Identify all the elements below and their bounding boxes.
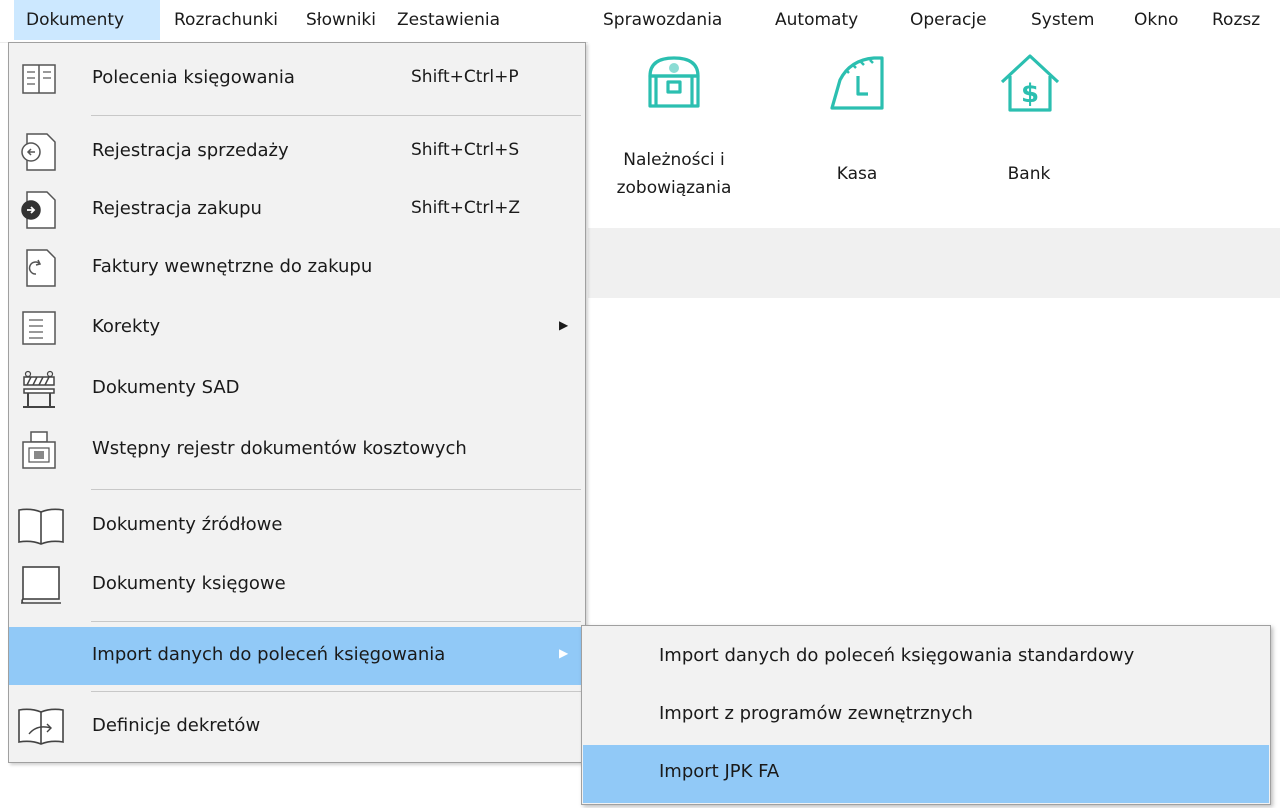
- import-submenu: Import danych do poleceń księgowania sta…: [581, 625, 1271, 805]
- menu-item-label: Dokumenty źródłowe: [92, 514, 283, 535]
- menubar-zestawienia[interactable]: Zestawienia: [397, 0, 500, 40]
- menu-item-rejestracja-sprzedazy[interactable]: Rejestracja sprzedaży Shift+Ctrl+S: [9, 123, 585, 181]
- menu-item-label: Korekty: [92, 316, 161, 337]
- menu-item-dokumenty-sad[interactable]: Dokumenty SAD: [9, 359, 585, 419]
- menu-item-shortcut: Shift+Ctrl+S: [411, 140, 520, 160]
- menu-item-shortcut: Shift+Ctrl+Z: [411, 198, 521, 218]
- submenu-item-import-zewnetrzne[interactable]: Import z programów zewnętrznych: [583, 687, 1269, 745]
- menubar-slowniki[interactable]: Słowniki: [306, 0, 376, 40]
- menubar-label: Dokumenty: [26, 10, 125, 30]
- menubar-label: Sprawozdania: [603, 10, 723, 30]
- menu-item-label: Rejestracja zakupu: [92, 198, 262, 219]
- menu-item-label: Definicje dekretów: [92, 715, 261, 736]
- background-panel-strip: [588, 228, 1280, 298]
- menu-item-label: Polecenia księgowania: [92, 67, 295, 88]
- submenu-arrow-icon: ▶: [559, 318, 569, 332]
- menubar-automaty[interactable]: Automaty: [775, 0, 858, 40]
- decree-book-icon: [18, 708, 64, 745]
- menubar-label: Operacje: [910, 10, 987, 30]
- dokumenty-dropdown-menu: Polecenia księgowania Shift+Ctrl+P Rejes…: [8, 42, 586, 763]
- menubar-label: Rozsz: [1212, 10, 1261, 30]
- open-book-icon: [18, 508, 64, 545]
- treasure-chest-icon[interactable]: [642, 52, 706, 112]
- sales-document-icon: [21, 133, 56, 171]
- scanner-icon: [22, 431, 56, 469]
- svg-text:$: $: [1021, 79, 1039, 109]
- menu-item-shortcut: Shift+Ctrl+P: [411, 67, 519, 87]
- closed-book-icon: [21, 566, 61, 604]
- menu-item-label: Rejestracja sprzedaży: [92, 140, 289, 161]
- submenu-item-label: Import z programów zewnętrznych: [659, 703, 973, 724]
- menubar-okno[interactable]: Okno: [1134, 0, 1178, 40]
- menu-separator: [91, 621, 581, 622]
- menubar-sprawozdania[interactable]: Sprawozdania: [603, 0, 722, 40]
- menu-item-polecenia-ksiegowania[interactable]: Polecenia księgowania Shift+Ctrl+P: [9, 51, 585, 107]
- menubar-operacje[interactable]: Operacje: [910, 0, 987, 40]
- menubar-label: Zestawienia: [397, 10, 501, 30]
- menu-item-label: Wstępny rejestr dokumentów kosztowych: [92, 438, 467, 459]
- menubar-dokumenty[interactable]: Dokumenty: [14, 0, 160, 40]
- purchase-document-icon: [21, 191, 56, 229]
- menu-bar: Dokumenty Rozrachunki Słowniki Zestawien…: [0, 0, 1280, 43]
- tb-label-line: zobowiązania: [616, 178, 732, 198]
- submenu-item-label: Import danych do poleceń księgowania sta…: [659, 645, 1135, 666]
- submenu-item-label: Import JPK FA: [659, 761, 780, 782]
- menubar-rozszerzenia[interactable]: Rozsz: [1212, 0, 1260, 40]
- menu-item-label: Dokumenty księgowe: [92, 573, 286, 594]
- menu-item-wstepny-rejestr[interactable]: Wstępny rejestr dokumentów kosztowych: [9, 419, 585, 481]
- menu-item-label: Faktury wewnętrzne do zakupu: [92, 256, 373, 277]
- cash-register-icon[interactable]: [826, 54, 890, 114]
- menu-separator: [91, 691, 581, 692]
- menu-item-label: Dokumenty SAD: [92, 377, 240, 398]
- submenu-item-import-standardowy[interactable]: Import danych do poleceń księgowania sta…: [583, 629, 1269, 687]
- menu-separator: [91, 115, 581, 116]
- journal-entries-icon: [22, 64, 56, 94]
- tb-label-line: Należności i: [623, 150, 725, 170]
- menu-item-faktury-wewnetrzne[interactable]: Faktury wewnętrzne do zakupu: [9, 239, 585, 297]
- tb-kasa-label[interactable]: Kasa: [812, 160, 902, 188]
- tb-naleznosci-label[interactable]: Należności i zobowiązania: [588, 146, 760, 202]
- menu-separator: [91, 489, 581, 490]
- corrections-icon: [22, 311, 56, 345]
- menubar-rozrachunki[interactable]: Rozrachunki: [174, 0, 278, 40]
- menu-item-korekty[interactable]: Korekty ▶: [9, 297, 585, 359]
- tb-bank-label[interactable]: Bank: [984, 160, 1074, 188]
- menu-item-dokumenty-zrodlowe[interactable]: Dokumenty źródłowe: [9, 497, 585, 555]
- menu-item-definicje-dekretow[interactable]: Definicje dekretów: [9, 697, 585, 757]
- menubar-label: Rozrachunki: [174, 10, 279, 30]
- menu-item-import-danych[interactable]: Import danych do poleceń księgowania ▶: [9, 627, 585, 685]
- menu-item-rejestracja-zakupu[interactable]: Rejestracja zakupu Shift+Ctrl+Z: [9, 181, 585, 239]
- menu-item-dokumenty-ksiegowe[interactable]: Dokumenty księgowe: [9, 555, 585, 615]
- menubar-label: Słowniki: [306, 10, 376, 30]
- internal-invoice-icon: [26, 249, 56, 287]
- menubar-label: Automaty: [775, 10, 859, 30]
- submenu-arrow-icon: ▶: [559, 646, 569, 660]
- menu-item-label: Import danych do poleceń księgowania: [92, 644, 446, 665]
- menubar-label: Okno: [1134, 10, 1179, 30]
- module-toolbar: Należności i zobowiązania Kasa $ Bank: [588, 42, 1280, 228]
- customs-barrier-icon: [23, 370, 55, 408]
- menubar-label: System: [1031, 10, 1095, 30]
- menubar-system[interactable]: System: [1031, 0, 1094, 40]
- submenu-item-import-jpk-fa[interactable]: Import JPK FA: [583, 745, 1269, 803]
- bank-icon[interactable]: $: [998, 52, 1062, 114]
